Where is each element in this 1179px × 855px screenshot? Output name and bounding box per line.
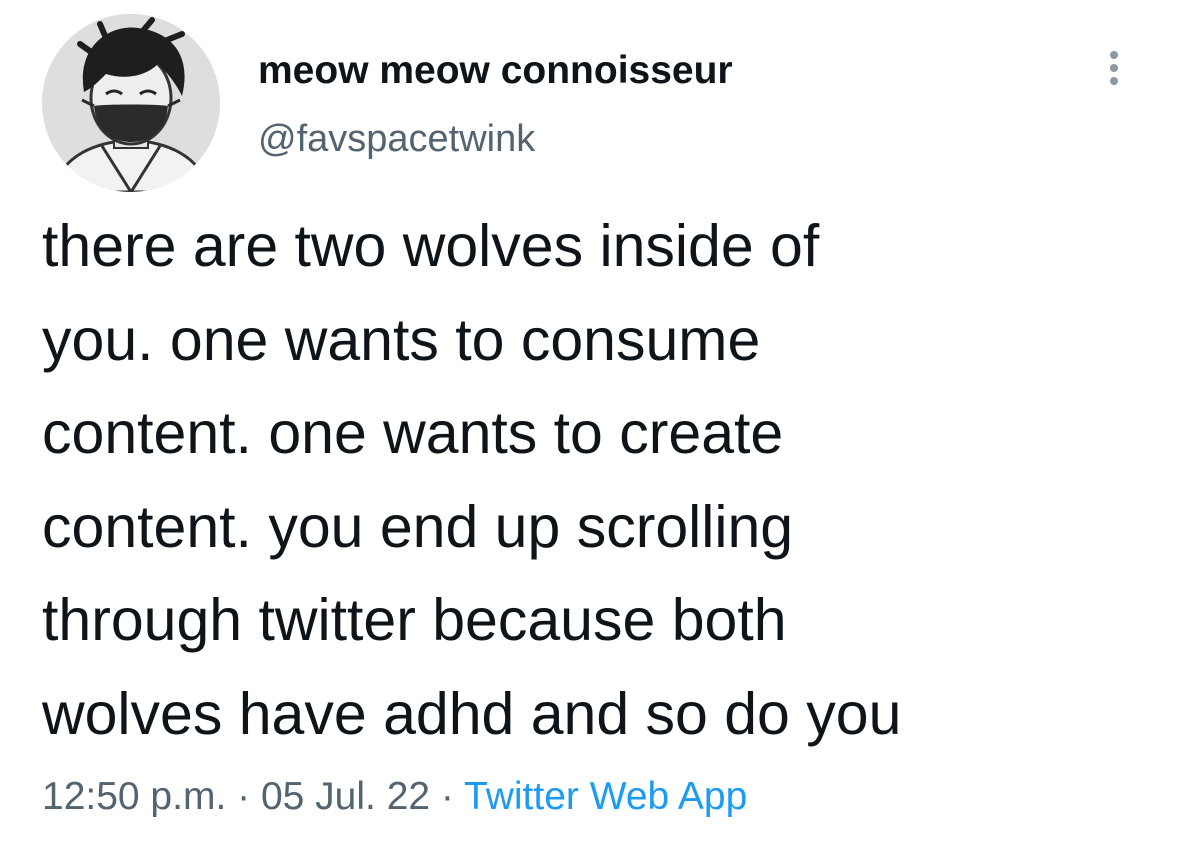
tweet-text-line: content. one wants to create bbox=[42, 400, 784, 466]
meta-separator: · bbox=[226, 775, 261, 818]
tweet-text-line: you. one wants to consume bbox=[42, 306, 761, 373]
meta-separator: · bbox=[430, 775, 465, 818]
more-vertical-icon bbox=[1110, 51, 1118, 59]
tweet-text: there are two wolves inside of you. one … bbox=[42, 200, 1152, 761]
tweet-source-link[interactable]: Twitter Web App bbox=[464, 775, 747, 818]
avatar[interactable] bbox=[42, 14, 220, 192]
author-display-name[interactable]: meow meow connoisseur bbox=[258, 48, 733, 94]
tweet-metadata: 12:50 p.m. · 05 Jul. 22 · Twitter Web Ap… bbox=[42, 772, 747, 822]
author-handle[interactable]: @favspacetwink bbox=[258, 116, 535, 162]
more-vertical-icon-dot bbox=[1110, 64, 1118, 72]
more-vertical-icon-dot bbox=[1110, 77, 1118, 85]
tweet-date[interactable]: 05 Jul. 22 bbox=[261, 775, 430, 818]
tweet-time[interactable]: 12:50 p.m. bbox=[42, 775, 226, 818]
tweet-text-line: through twitter because both bbox=[42, 587, 787, 653]
tweet-text-line: there are two wolves inside of bbox=[42, 213, 820, 279]
more-options-button[interactable] bbox=[1098, 40, 1130, 96]
avatar-illustration-icon bbox=[42, 14, 220, 192]
tweet-text-line: wolves have adhd and so do you bbox=[42, 680, 902, 747]
tweet-text-line: content. you end up scrolling bbox=[42, 493, 794, 560]
tweet-card: meow meow connoisseur @favspacetwink the… bbox=[0, 0, 1179, 855]
